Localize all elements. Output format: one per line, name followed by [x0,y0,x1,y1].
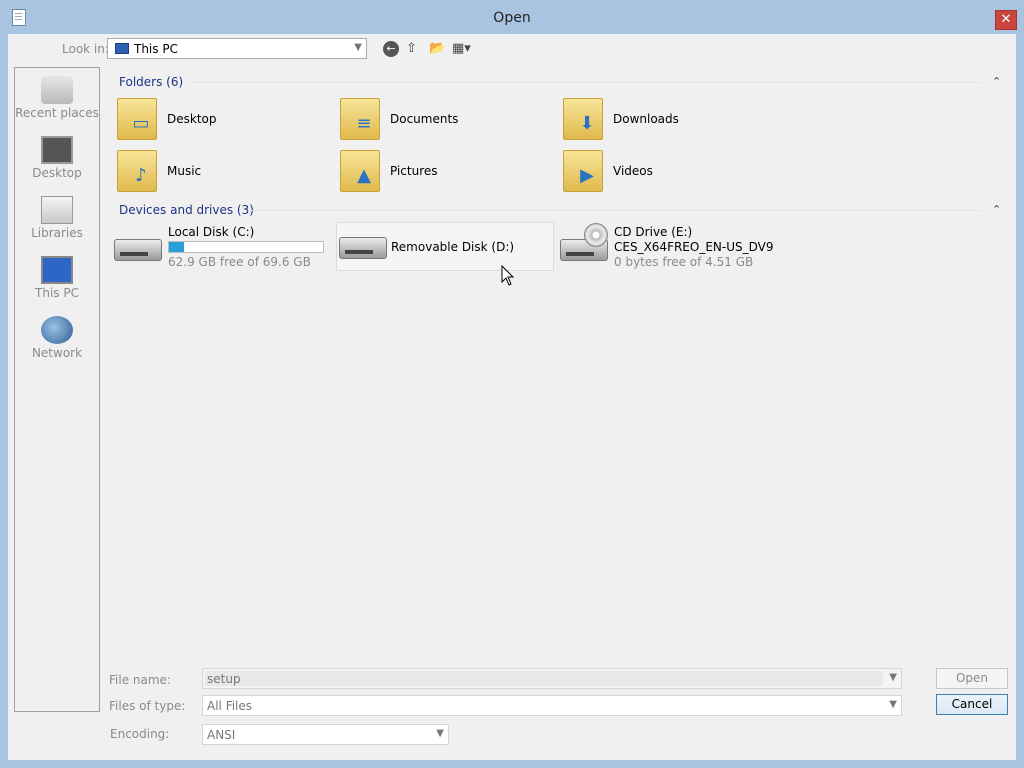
folder-videos[interactable]: ▶ Videos [563,146,773,196]
documents-badge-icon: ≡ [356,113,372,134]
close-button[interactable]: ✕ [995,10,1017,30]
collapse-folders-icon[interactable]: ⌃ [992,75,1001,88]
videos-badge-icon: ▶ [580,165,594,186]
group-divider [190,82,980,83]
folder-icon: ≡ [340,98,380,140]
file-name-field[interactable]: setup ▼ [202,668,902,689]
place-recent-places[interactable]: Recent places [15,76,99,132]
encoding-select[interactable]: ANSI ▼ [202,724,449,745]
folder-name: Documents [390,112,459,126]
drive-removable-disk-d[interactable]: Removable Disk (D:) [336,222,554,271]
libraries-icon [41,196,73,224]
file-name-label: File name: [109,673,171,687]
drive-local-disk-c[interactable]: Local Disk (C:) 62.9 GB free of 69.6 GB [114,223,330,273]
drive-volume-label: CES_X64FREO_EN-US_DV9 [614,240,774,254]
drive-name: Removable Disk (D:) [391,240,515,254]
collapse-drives-icon[interactable]: ⌃ [992,203,1001,216]
folder-desktop[interactable]: ▭ Desktop [117,94,327,144]
group-divider [250,210,980,211]
cd-disc-icon [584,223,608,247]
files-of-type-label: Files of type: [109,699,186,713]
drive-name: CD Drive (E:) [614,225,693,239]
file-name-input-area[interactable] [205,671,883,686]
desktop-icon [41,136,73,164]
folder-icon: ▭ [117,98,157,140]
place-libraries[interactable]: Libraries [15,196,99,252]
open-button[interactable]: Open [936,668,1008,689]
place-this-pc[interactable]: This PC [15,256,99,312]
place-label: Desktop [32,166,82,180]
network-icon [41,316,73,344]
drive-usage-fill [169,242,184,252]
pictures-badge-icon: ▲ [357,165,371,186]
place-desktop[interactable]: Desktop [15,136,99,192]
places-bar: Recent places Desktop Libraries This PC … [14,67,100,712]
view-menu-button[interactable]: ▦▾ [452,41,476,57]
cancel-button[interactable]: Cancel [936,694,1008,715]
drives-group-header[interactable]: Devices and drives (3) [119,203,254,217]
files-of-type-value: All Files [207,699,253,713]
place-label: Network [31,346,83,360]
music-badge-icon: ♪ [135,165,147,186]
folder-name: Downloads [613,112,679,126]
folder-downloads[interactable]: ⬇ Downloads [563,94,773,144]
folder-name: Pictures [390,164,438,178]
new-folder-button[interactable]: 📂 [429,41,445,57]
drive-cd-e[interactable]: CD Drive (E:) CES_X64FREO_EN-US_DV9 0 by… [560,223,820,273]
look-in-combo[interactable]: This PC ▼ [107,38,367,59]
this-pc-icon [41,256,73,284]
chevron-down-icon[interactable]: ▼ [354,42,362,53]
folder-pictures[interactable]: ▲ Pictures [340,146,550,196]
recent-places-icon [41,76,73,104]
downloads-badge-icon: ⬇ [579,113,595,134]
encoding-value: ANSI [207,728,236,742]
look-in-value: This PC [134,42,178,56]
chevron-down-icon[interactable]: ▼ [889,699,897,710]
back-button[interactable]: ← [383,41,399,57]
place-network[interactable]: Network [15,316,99,372]
title-bar: Open ✕ [0,0,1024,34]
place-label: Recent places [15,106,99,120]
folder-icon: ♪ [117,150,157,192]
folder-icon: ⬇ [563,98,603,140]
file-name-value: setup [207,672,241,686]
drive-free-space: 0 bytes free of 4.51 GB [614,255,754,269]
hard-drive-icon [114,239,162,261]
folders-group-header[interactable]: Folders (6) [119,75,183,89]
window-title: Open [493,10,531,26]
folder-icon: ▲ [340,150,380,192]
removable-drive-icon [339,237,387,259]
chevron-down-icon[interactable]: ▼ [436,728,444,739]
drive-name: Local Disk (C:) [168,225,255,239]
folder-name: Music [167,164,202,178]
this-pc-icon [115,43,129,54]
drive-free-space: 62.9 GB free of 69.6 GB [168,255,311,269]
encoding-label: Encoding: [110,727,170,741]
up-one-level-button[interactable]: ⇧ [406,41,420,57]
folder-name: Videos [613,164,653,178]
place-label: This PC [35,286,79,300]
chevron-down-icon[interactable]: ▼ [889,672,897,683]
desktop-badge-icon: ▭ [132,113,150,134]
place-label: Libraries [31,226,83,240]
folder-music[interactable]: ♪ Music [117,146,327,196]
folder-name: Desktop [167,112,217,126]
look-in-label: Look in: [62,42,109,56]
folder-icon: ▶ [563,150,603,192]
mouse-pointer-icon [501,265,515,286]
folder-documents[interactable]: ≡ Documents [340,94,550,144]
drive-usage-bar [168,241,324,253]
files-of-type-select[interactable]: All Files ▼ [202,695,902,716]
